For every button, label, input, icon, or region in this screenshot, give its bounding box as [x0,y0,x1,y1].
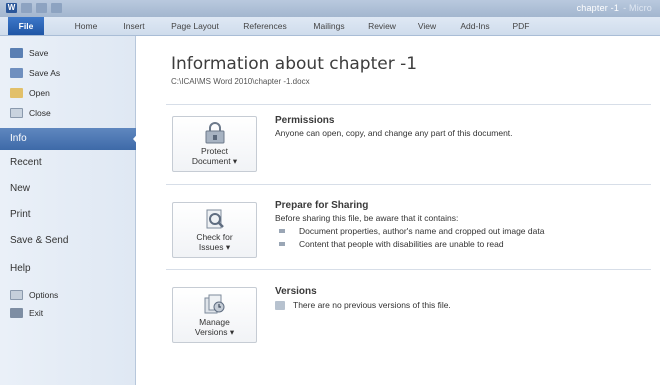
permissions-text: Anyone can open, copy, and change any pa… [275,128,513,138]
bullet-icon [279,242,285,246]
list-item: Document properties, author's name and c… [279,226,544,236]
manage-versions-button[interactable]: Manage Versions ▾ [172,287,257,343]
quick-access-toolbar: W [6,3,62,15]
qat-undo-icon[interactable] [36,3,47,13]
page-title: Information about chapter -1 [171,54,418,74]
permissions-heading: Permissions [275,115,335,126]
tab-file[interactable]: File [8,17,44,35]
close-doc-icon [10,108,23,118]
sharing-heading: Prepare for Sharing [275,200,369,211]
tab-review[interactable]: Review [360,17,404,35]
lock-icon [205,122,224,144]
tab-references[interactable]: References [234,17,296,35]
options-command[interactable]: Options [10,288,58,302]
word-backstage-window: W chapter -1- Micro File Home Insert Pag… [0,0,660,385]
nav-recent[interactable]: Recent [0,152,135,174]
sharing-bullet-1: Document properties, author's name and c… [299,226,545,236]
info-panel: Information about chapter -1 C:\ICAI\MS … [136,36,660,385]
protect-label-2: Document ▾ [191,156,238,166]
nav-save-and-send[interactable]: Save & Send [0,230,135,252]
bullet-icon [279,229,285,233]
qat-redo-icon[interactable] [51,3,62,13]
open-folder-icon [10,88,23,98]
nav-help[interactable]: Help [0,258,135,280]
tab-view[interactable]: View [410,17,444,35]
tab-mailings[interactable]: Mailings [304,17,354,35]
qat-save-icon[interactable] [21,3,32,13]
sharing-text: Before sharing this file, be aware that … [275,213,459,223]
document-title: chapter -1 [576,3,620,13]
versions-icon [204,294,224,314]
versions-heading: Versions [275,286,317,297]
save-as-icon [10,68,23,78]
window-title: chapter -1- Micro [577,3,652,13]
tab-add-ins[interactable]: Add-Ins [452,17,498,35]
ribbon-tabs: File Home Insert Page Layout References … [0,17,660,36]
save-as-command[interactable]: Save As [10,66,60,80]
list-item: Content that people with disabilities ar… [279,239,504,249]
tab-page-layout[interactable]: Page Layout [162,17,228,35]
protect-label-1: Protect [201,146,228,156]
divider [166,269,651,270]
manage-versions-label-1: Manage [199,317,230,327]
word-app-icon[interactable]: W [6,3,17,13]
close-label: Close [29,108,51,118]
version-info-icon [275,300,285,310]
save-icon [10,48,23,58]
sharing-bullet-2: Content that people with disabilities ar… [299,239,504,249]
tab-pdf[interactable]: PDF [506,17,536,35]
title-bar: W chapter -1- Micro [0,0,660,17]
check-for-issues-button[interactable]: Check for Issues ▾ [172,202,257,258]
divider [166,184,651,185]
divider [166,104,651,105]
document-path: C:\ICAI\MS Word 2010\chapter -1.docx [171,77,310,86]
options-label: Options [29,290,59,300]
inspect-document-icon [206,209,224,229]
versions-row: There are no previous versions of this f… [275,300,451,310]
exit-label: Exit [29,308,44,318]
save-label: Save [29,48,49,58]
protect-document-button[interactable]: Protect Document ▾ [172,116,257,172]
options-icon [10,290,23,300]
nav-print[interactable]: Print [0,204,135,226]
close-command[interactable]: Close [10,106,51,120]
versions-text: There are no previous versions of this f… [293,300,451,310]
backstage-nav: Save Save As Open Close Info Recent New … [0,36,143,385]
save-as-label: Save As [29,68,61,78]
open-label: Open [29,88,50,98]
tab-home[interactable]: Home [66,17,106,35]
save-command[interactable]: Save [10,46,48,60]
check-issues-label-2: Issues ▾ [198,242,231,252]
tab-insert[interactable]: Insert [114,17,154,35]
manage-versions-label-2: Versions ▾ [194,327,235,337]
exit-command[interactable]: Exit [10,306,43,320]
open-command[interactable]: Open [10,86,50,100]
app-title: - Micro [623,3,652,13]
exit-icon [10,308,23,318]
nav-info[interactable]: Info [0,128,143,150]
check-issues-label-1: Check for [196,232,233,242]
nav-new[interactable]: New [0,178,135,200]
